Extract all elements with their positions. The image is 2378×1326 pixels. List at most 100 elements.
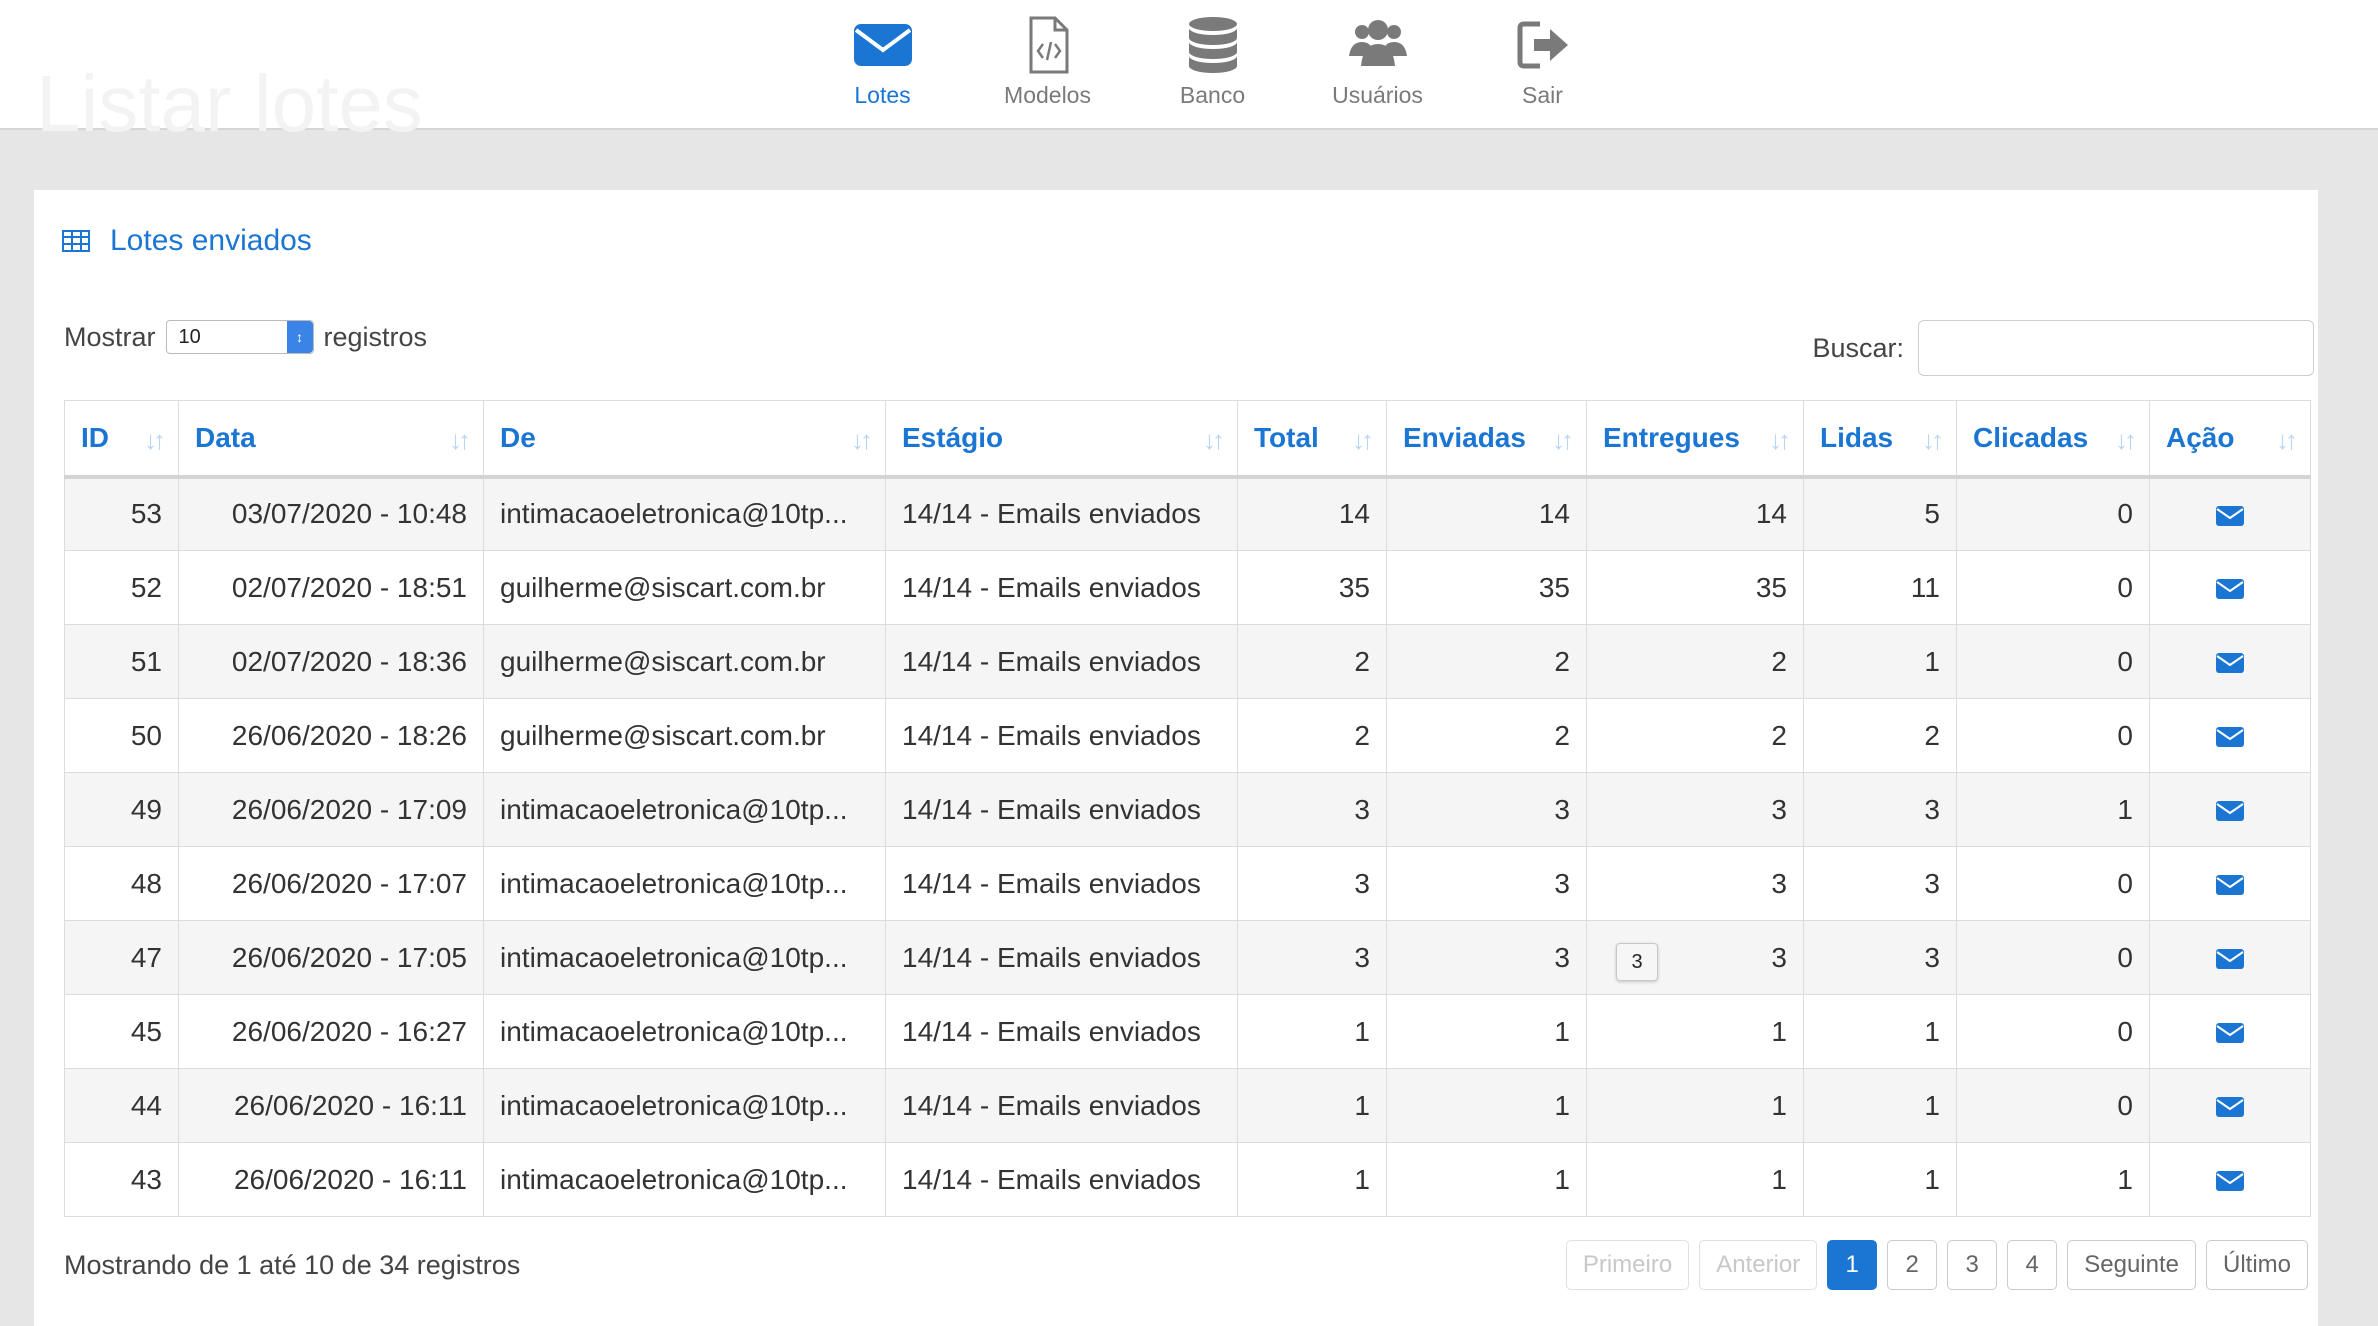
cell-entregues: 1 (1586, 1068, 1804, 1143)
pagination-page-1[interactable]: 1 (1827, 1240, 1878, 1290)
send-mail-button[interactable] (2216, 646, 2244, 677)
cell-total: 2 (1237, 624, 1387, 699)
nav-sair[interactable]: Sair (1460, 0, 1625, 128)
table-row: 48 26/06/2020 - 17:07 intimacaoeletronica@… (64, 846, 2311, 921)
cell-enviadas: 35 (1386, 550, 1587, 625)
col-header-de[interactable]: De ↓↑ (483, 400, 886, 479)
send-mail-button[interactable] (2216, 942, 2244, 973)
nav-banco[interactable]: Banco (1130, 0, 1295, 128)
col-header-total[interactable]: Total ↓↑ (1237, 400, 1387, 479)
cell-acao (2149, 698, 2311, 773)
sort-icon: ↓↑ (1203, 425, 1225, 455)
cell-lidas: 2 (1803, 698, 1957, 773)
table-row: 49 26/06/2020 - 17:09 intimacaoeletronica@… (64, 772, 2311, 847)
panel-title: Lotes enviados (62, 224, 312, 258)
cell-data: 03/07/2020 - 10:48 (178, 476, 484, 551)
cell-de: intimacaoeletronica@10tp... (483, 994, 886, 1069)
send-mail-button[interactable] (2216, 794, 2244, 825)
col-header-entregues[interactable]: Entregues ↓↑ (1586, 400, 1804, 479)
nav-lotes[interactable]: Lotes (800, 0, 965, 128)
cell-estagio: 14/14 - Emails enviados (885, 1068, 1238, 1143)
pagination-page-3[interactable]: 3 (1947, 1240, 1998, 1290)
cell-lidas: 3 (1803, 772, 1957, 847)
sort-icon: ↓↑ (1552, 425, 1574, 455)
length-label-before: Mostrar (64, 321, 156, 352)
send-mail-button[interactable] (2216, 1090, 2244, 1121)
send-mail-button[interactable] (2216, 498, 2244, 529)
cell-estagio: 14/14 - Emails enviados (885, 846, 1238, 921)
nav-usuarios[interactable]: Usuários (1295, 0, 1460, 128)
cell-total: 1 (1237, 994, 1387, 1069)
envelope-icon (2216, 1023, 2244, 1044)
nav-usuarios-label: Usuários (1332, 82, 1423, 108)
table-info: Mostrando de 1 até 10 de 34 registros (64, 1250, 521, 1280)
page-length-value: 10 (178, 325, 201, 348)
table-body: 53 03/07/2020 - 10:48 intimacaoeletronica@… (64, 476, 2311, 1217)
envelope-icon (2216, 727, 2244, 748)
table-row: 47 26/06/2020 - 17:05 intimacaoeletronica@… (64, 920, 2311, 995)
send-mail-button[interactable] (2216, 572, 2244, 603)
cell-estagio: 14/14 - Emails enviados (885, 550, 1238, 625)
sort-icon: ↓↑ (1352, 425, 1374, 455)
cell-clicadas: 0 (1956, 476, 2150, 551)
table-row: 51 02/07/2020 - 18:36 guilherme@siscart.co… (64, 624, 2311, 699)
table-row: 43 26/06/2020 - 16:11 intimacaoeletronica@… (64, 1142, 2311, 1217)
table-row: 45 26/06/2020 - 16:27 intimacaoeletronica@… (64, 994, 2311, 1069)
col-header-lidas[interactable]: Lidas ↓↑ (1803, 400, 1957, 479)
col-header-data[interactable]: Data ↓↑ (178, 400, 484, 479)
pagination-next[interactable]: Seguinte (2067, 1240, 2196, 1290)
cell-total: 35 (1237, 550, 1387, 625)
envelope-icon (2216, 1097, 2244, 1118)
send-mail-button[interactable] (2216, 720, 2244, 751)
envelope-icon (2216, 579, 2244, 600)
cell-clicadas: 0 (1956, 624, 2150, 699)
pagination-first[interactable]: Primeiro (1565, 1240, 1690, 1290)
cell-id: 44 (64, 1068, 179, 1143)
cell-enviadas: 1 (1386, 1068, 1587, 1143)
cell-lidas: 11 (1803, 550, 1957, 625)
cell-enviadas: 2 (1386, 624, 1587, 699)
cell-enviadas: 3 (1386, 772, 1587, 847)
envelope-icon (2216, 875, 2244, 896)
cell-acao (2149, 846, 2311, 921)
cell-lidas: 3 (1803, 920, 1957, 995)
cell-id: 52 (64, 550, 179, 625)
cell-total: 2 (1237, 698, 1387, 773)
lotes-table: ID ↓↑ Data ↓↑ De ↓↑ Estágio ↓↑ Total ↓↑ Envia… (64, 400, 2311, 1217)
pagination-page-4[interactable]: 4 (2007, 1240, 2058, 1290)
search-control: Buscar: (1812, 320, 2314, 376)
search-input[interactable] (1918, 320, 2314, 376)
cell-lidas: 3 (1803, 846, 1957, 921)
cell-clicadas: 0 (1956, 698, 2150, 773)
cell-de: intimacaoeletronica@10tp... (483, 1068, 886, 1143)
cell-enviadas: 3 (1386, 846, 1587, 921)
cell-de: intimacaoeletronica@10tp... (483, 920, 886, 995)
page-length-select[interactable]: 10 ↕ (165, 320, 314, 354)
cell-total: 1 (1237, 1068, 1387, 1143)
cell-data: 26/06/2020 - 16:11 (178, 1068, 484, 1143)
cell-entregues: 2 (1586, 624, 1804, 699)
cell-total: 3 (1237, 846, 1387, 921)
cell-enviadas: 3 (1386, 920, 1587, 995)
col-header-estagio[interactable]: Estágio ↓↑ (885, 400, 1238, 479)
pagination-prev[interactable]: Anterior (1699, 1240, 1818, 1290)
send-mail-button[interactable] (2216, 1164, 2244, 1195)
cell-acao (2149, 1142, 2311, 1217)
cell-total: 3 (1237, 772, 1387, 847)
send-mail-button[interactable] (2216, 868, 2244, 899)
cell-estagio: 14/14 - Emails enviados (885, 994, 1238, 1069)
envelope-icon (2216, 949, 2244, 970)
send-mail-button[interactable] (2216, 1016, 2244, 1047)
pagination-page-2[interactable]: 2 (1887, 1240, 1938, 1290)
cell-enviadas: 1 (1386, 1142, 1587, 1217)
col-header-acao[interactable]: Ação ↓↑ (2149, 400, 2311, 479)
col-header-enviadas[interactable]: Enviadas ↓↑ (1386, 400, 1587, 479)
pagination-last[interactable]: Último (2205, 1240, 2308, 1290)
col-header-id[interactable]: ID ↓↑ (64, 400, 179, 479)
lotes-panel: Lotes enviados Mostrar 10 ↕ registros Bu… (34, 190, 2318, 1326)
sort-icon: ↓↑ (851, 425, 873, 455)
nav-modelos[interactable]: Modelos (965, 0, 1130, 128)
table-header-row: ID ↓↑ Data ↓↑ De ↓↑ Estágio ↓↑ Total ↓↑ Envia… (64, 400, 2311, 479)
col-header-clicadas[interactable]: Clicadas ↓↑ (1956, 400, 2150, 479)
sort-icon: ↓↑ (2276, 425, 2298, 455)
